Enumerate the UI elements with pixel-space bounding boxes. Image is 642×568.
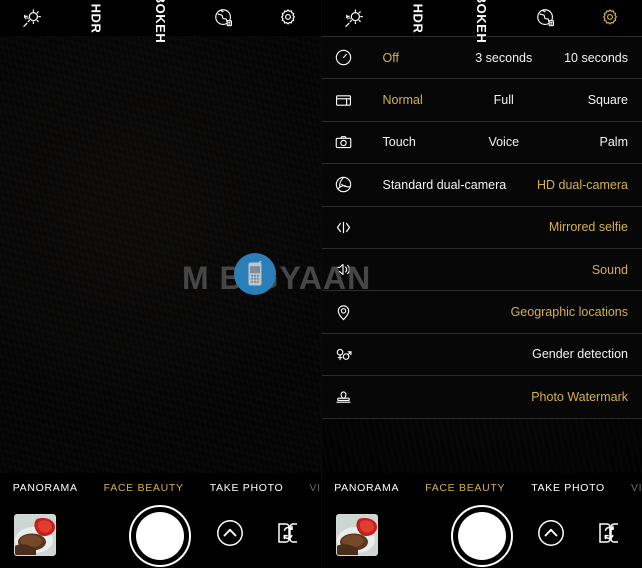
timer-icon — [322, 37, 366, 78]
timer-option-off[interactable]: Off — [383, 51, 399, 65]
capture-option-voice[interactable]: Voice — [488, 135, 519, 149]
dual-camera-options: Standard dual-camera HD dual-camera — [366, 164, 642, 205]
bokeh-label: BOKEH — [474, 0, 490, 43]
top-toolbar-right: A HDR BOKEH — [321, 0, 642, 43]
gear-icon — [277, 7, 299, 29]
switch-camera-button[interactable] — [594, 521, 624, 551]
camera-screen-right: A HDR BOKEH Off 3 seconds 10 seconds Nor… — [320, 0, 642, 568]
shutter-button[interactable] — [136, 511, 185, 560]
camera-viewfinder-left[interactable] — [0, 36, 321, 473]
filter-globe-icon — [213, 7, 235, 29]
hdr-label: HDR — [410, 3, 426, 33]
filter-globe-icon — [535, 7, 557, 29]
photo-watermark-toggle[interactable]: Photo Watermark — [531, 390, 628, 404]
aspect-option-normal[interactable]: Normal — [383, 93, 423, 107]
camera-screen-left: A HDR BOKEH PANORAMA FACE BEAUTY TAKE PH… — [0, 0, 321, 568]
hdr-button[interactable]: HDR — [386, 0, 450, 36]
dual-option-standard[interactable]: Standard dual-camera — [383, 178, 507, 192]
geographic-locations-toggle[interactable]: Geographic locations — [511, 305, 628, 319]
location-pin-icon — [322, 291, 366, 332]
capture-mode-options: Touch Voice Palm — [366, 122, 642, 163]
filters-button[interactable] — [192, 0, 256, 36]
mode-take-photo[interactable]: TAKE PHOTO — [518, 482, 618, 494]
mirror-icon — [322, 207, 366, 248]
camera-icon — [322, 122, 366, 163]
gender-detection-options: Gender detection — [366, 334, 642, 375]
gender-detection-toggle[interactable]: Gender detection — [532, 347, 628, 361]
mode-face-beauty[interactable]: FACE BEAUTY — [91, 482, 197, 494]
capture-option-touch[interactable]: Touch — [383, 135, 416, 149]
switch-camera-icon — [596, 520, 622, 551]
chevron-up-icon — [216, 519, 244, 552]
expand-controls-button[interactable] — [215, 519, 245, 552]
gender-icon — [322, 334, 366, 375]
screenshot-root: A HDR BOKEH PANORAMA FACE BEAUTY TAKE PH… — [0, 0, 642, 568]
switch-camera-icon — [275, 520, 301, 551]
geographic-locations-options: Geographic locations — [366, 291, 642, 332]
timer-option-3s[interactable]: 3 seconds — [475, 51, 532, 65]
speaker-icon — [322, 249, 366, 290]
mode-panorama[interactable]: PANORAMA — [0, 482, 91, 494]
svg-text:A: A — [25, 15, 29, 21]
flash-auto-icon: A — [21, 7, 43, 29]
bokeh-button[interactable]: BOKEH — [128, 0, 192, 43]
switch-camera-button[interactable] — [273, 521, 303, 551]
stamp-icon — [322, 376, 366, 417]
settings-row-aspect-ratio: Normal Full Square — [321, 79, 642, 122]
gallery-thumbnail[interactable] — [335, 514, 378, 556]
shutter-button[interactable] — [457, 511, 506, 560]
settings-row-sound: Sound — [321, 248, 642, 292]
flash-auto-button[interactable]: A — [0, 0, 64, 36]
flash-auto-button[interactable]: A — [322, 0, 386, 36]
aperture-icon — [322, 164, 366, 205]
aspect-ratio-options: Normal Full Square — [366, 79, 642, 120]
aspect-option-square[interactable]: Square — [588, 93, 628, 107]
settings-row-photo-watermark: Photo Watermark — [321, 376, 642, 419]
settings-button[interactable] — [578, 0, 642, 36]
hdr-button[interactable]: HDR — [64, 0, 128, 36]
bokeh-label: BOKEH — [152, 0, 168, 43]
mode-face-beauty[interactable]: FACE BEAUTY — [412, 482, 518, 494]
bottom-controls-left — [0, 503, 321, 568]
sound-toggle[interactable]: Sound — [592, 263, 628, 277]
gear-icon — [599, 7, 621, 29]
top-toolbar-left: A HDR BOKEH — [0, 0, 321, 43]
mode-selector-right[interactable]: PANORAMA FACE BEAUTY TAKE PHOTO VI — [321, 473, 642, 503]
bottom-controls-right — [321, 503, 642, 568]
settings-button[interactable] — [256, 0, 320, 36]
mode-video[interactable]: VI — [296, 482, 320, 494]
settings-row-gender-detection: Gender detection — [321, 333, 642, 377]
photo-watermark-options: Photo Watermark — [366, 376, 642, 417]
svg-text:A: A — [347, 15, 351, 21]
gallery-thumbnail[interactable] — [14, 514, 56, 556]
hdr-label: HDR — [88, 3, 104, 33]
mirrored-selfie-toggle[interactable]: Mirrored selfie — [549, 220, 628, 234]
flash-auto-icon: A — [343, 7, 365, 29]
mirrored-selfie-options: Mirrored selfie — [366, 207, 642, 248]
dual-option-hd[interactable]: HD dual-camera — [537, 178, 628, 192]
mode-panorama[interactable]: PANORAMA — [322, 482, 413, 494]
sound-options: Sound — [366, 249, 642, 290]
bokeh-button[interactable]: BOKEH — [450, 0, 514, 43]
settings-row-timer: Off 3 seconds 10 seconds — [321, 37, 642, 80]
settings-row-mirrored-selfie: Mirrored selfie — [321, 206, 642, 249]
aspect-option-full[interactable]: Full — [494, 93, 514, 107]
expand-controls-button[interactable] — [536, 519, 566, 552]
mode-selector-left[interactable]: PANORAMA FACE BEAUTY TAKE PHOTO VI — [0, 473, 321, 503]
chevron-up-icon — [537, 519, 565, 552]
settings-row-capture-mode: Touch Voice Palm — [321, 121, 642, 165]
filters-button[interactable] — [514, 0, 578, 36]
settings-menu: Off 3 seconds 10 seconds Normal Full Squ… — [321, 36, 642, 419]
settings-row-dual-camera: Standard dual-camera HD dual-camera — [321, 164, 642, 207]
aspect-ratio-icon — [322, 79, 366, 120]
capture-option-palm[interactable]: Palm — [600, 135, 628, 149]
settings-row-geographic-locations: Geographic locations — [321, 291, 642, 334]
mode-video[interactable]: VI — [618, 482, 642, 494]
timer-option-10s[interactable]: 10 seconds — [564, 51, 628, 65]
timer-options: Off 3 seconds 10 seconds — [366, 37, 642, 78]
mode-take-photo[interactable]: TAKE PHOTO — [197, 482, 297, 494]
